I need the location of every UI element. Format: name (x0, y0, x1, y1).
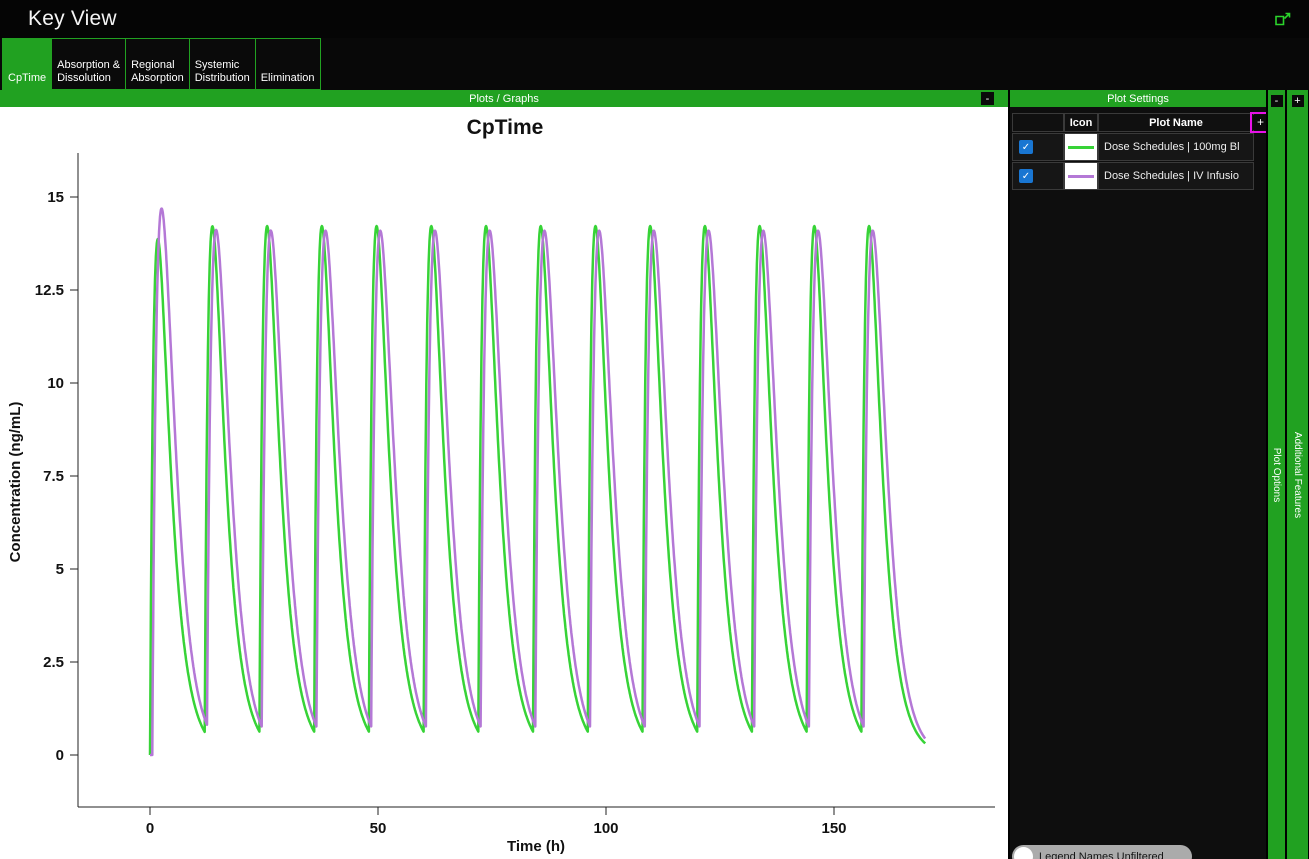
tab-regional-absorption-label: Regional Absorption (131, 59, 184, 85)
plots-graphs-header: Plots / Graphs - (0, 90, 1008, 107)
y-tick-label: 10 (47, 375, 64, 392)
tab-cptime-label: CpTime (8, 72, 47, 85)
legend-names-toggle-label: Legend Names Unfiltered (1039, 850, 1164, 859)
tab-regional-absorption[interactable]: Regional Absorption (125, 38, 190, 90)
check-icon: ✓ (1021, 170, 1031, 182)
tab-systemic-distribution[interactable]: Systemic Distribution (188, 38, 256, 90)
y-axis-label: Concentration (ng/mL) (7, 402, 24, 563)
y-tick-label: 7.5 (43, 468, 64, 485)
content-row: Plots / Graphs - CpTime 0 2.5 5 7.5 10 12.5 15 0… (0, 90, 1309, 859)
collapse-plots-graphs-button[interactable]: - (981, 92, 994, 105)
plot-name[interactable]: Dose Schedules | 100mg Bl (1098, 133, 1254, 161)
icon-column-header: Icon (1064, 113, 1098, 132)
expand-additional-features-button[interactable]: + (1291, 95, 1304, 107)
plot-row-1: ✓ Dose Schedules | 100mg Bl (1012, 133, 1264, 161)
plot-name-column-header: Plot Name (1098, 113, 1254, 132)
plot-visible-checkbox[interactable]: ✓ (1019, 169, 1033, 183)
plot-row-2-select-cell: ✓ (1012, 162, 1064, 190)
x-axis-label: Time (h) (507, 838, 565, 855)
plot-options-strip[interactable]: - Plot Options (1268, 90, 1285, 859)
cptime-chart: CpTime02.557.51012.5150 50 100 150Time (h)C… (7, 116, 995, 855)
x-tick-label: 0 (146, 820, 154, 837)
plots-graphs-panel: Plots / Graphs - CpTime 0 2.5 5 7.5 10 12.5 15 0… (0, 90, 1008, 859)
toggle-knob (1014, 847, 1033, 859)
tab-cptime[interactable]: CpTime (2, 38, 53, 90)
plot-settings-header: Plot Settings (1010, 90, 1266, 107)
additional-features-strip[interactable]: + Additional Features (1287, 90, 1308, 859)
open-in-new-icon[interactable] (1274, 12, 1291, 27)
chart-area: CpTime 0 2.5 5 7.5 10 12.5 15 0 50 100 150 Time (h) C… (0, 107, 1008, 859)
tab-elimination[interactable]: Elimination (254, 38, 321, 90)
plot-settings-table: Icon Plot Name + ✓ Dose Schedules | 100m… (1012, 112, 1266, 190)
tab-elimination-label: Elimination (260, 72, 315, 85)
plot-color-icon[interactable] (1064, 162, 1098, 190)
title-bar: Key View (0, 0, 1309, 38)
series-color-swatch (1068, 174, 1094, 178)
additional-features-label: Additional Features (1292, 431, 1303, 518)
plot-color-icon[interactable] (1064, 133, 1098, 161)
check-icon: ✓ (1021, 141, 1031, 153)
plot-visible-checkbox[interactable]: ✓ (1019, 140, 1033, 154)
x-tick-label: 150 (821, 820, 846, 837)
tab-absorption-dissolution-label: Absorption & Dissolution (57, 59, 121, 85)
select-column-header (1012, 113, 1064, 132)
chart-title: CpTime (467, 116, 544, 139)
y-tick-label: 5 (56, 561, 64, 578)
legend-names-toggle[interactable]: Legend Names Unfiltered (1012, 845, 1192, 859)
plots-graphs-title: Plots / Graphs (469, 92, 539, 105)
collapse-plot-options-button[interactable]: - (1270, 95, 1283, 107)
app-window: Key View CpTime Absorption & Dissolution… (0, 0, 1309, 859)
plot-row-1-select-cell: ✓ (1012, 133, 1064, 161)
plot-settings-panel: Plot Settings Icon Plot Name + ✓ Dose Sc… (1010, 90, 1266, 859)
page-title: Key View (28, 7, 117, 30)
plot-name[interactable]: Dose Schedules | IV Infusio (1098, 162, 1254, 190)
x-tick-label: 100 (593, 820, 618, 837)
plot-options-label: Plot Options (1271, 447, 1282, 502)
y-tick-label: 0 (56, 747, 64, 764)
y-tick-label: 15 (47, 189, 64, 206)
plot-settings-title: Plot Settings (1107, 92, 1169, 105)
tab-absorption-dissolution[interactable]: Absorption & Dissolution (51, 38, 127, 90)
y-tick-label: 2.5 (43, 654, 64, 671)
add-plot-button[interactable]: + (1250, 112, 1266, 133)
tab-bar: CpTime Absorption & Dissolution Regional… (0, 38, 1309, 90)
x-tick-label: 50 (370, 820, 387, 837)
y-tick-label: 12.5 (35, 282, 64, 299)
series-color-swatch (1068, 145, 1094, 149)
plot-row-2: ✓ Dose Schedules | IV Infusio (1012, 162, 1264, 190)
plot-table-header-row: Icon Plot Name + (1012, 112, 1266, 133)
tab-systemic-distribution-label: Systemic Distribution (194, 59, 250, 85)
